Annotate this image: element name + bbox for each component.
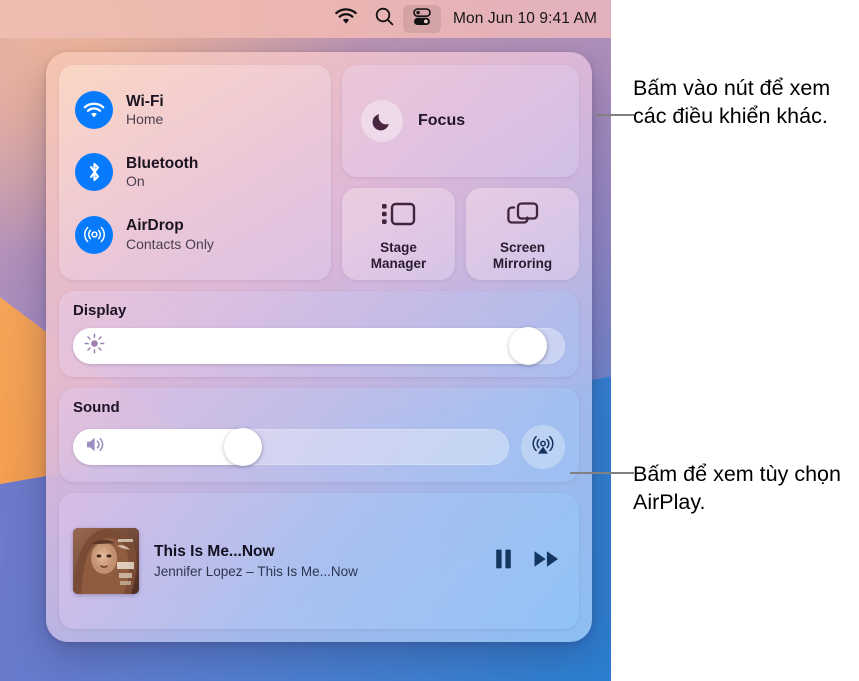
album-artwork-image (73, 528, 139, 594)
airplay-audio-button[interactable] (521, 425, 565, 469)
display-brightness-slider[interactable] (73, 327, 565, 365)
sound-label: Sound (73, 399, 120, 416)
desktop-wallpaper: Mon Jun 10 9:41 AM Wi-Fi Home Bluetooth … (0, 0, 611, 681)
now-playing-artist: Jennifer Lopez – This Is Me...Now (154, 564, 358, 579)
stage-manager-label-line1: Stage (380, 240, 417, 256)
airdrop-icon[interactable] (75, 215, 113, 254)
menu-bar-wifi-button[interactable] (326, 5, 366, 33)
menu-bar-spotlight-button[interactable] (366, 5, 403, 33)
menu-bar-control-center-button[interactable] (403, 5, 442, 33)
connectivity-module: Wi-Fi Home Bluetooth On AirDrop Contacts… (59, 65, 331, 280)
album-artwork (73, 528, 139, 594)
now-playing-text: This Is Me...Now Jennifer Lopez – This I… (154, 543, 479, 579)
display-slider-knob[interactable] (508, 327, 547, 365)
control-center-icon (412, 7, 432, 32)
display-label: Display (73, 302, 127, 319)
callout-leader-line-2 (570, 472, 634, 474)
bluetooth-control[interactable]: Bluetooth On (75, 153, 315, 192)
bluetooth-labels: Bluetooth On (126, 155, 198, 190)
callout-text-2: Bấm để xem tùy chọn AirPlay. (633, 462, 841, 515)
screen-mirroring-icon (505, 200, 541, 233)
pause-icon[interactable] (494, 548, 513, 575)
wifi-control[interactable]: Wi-Fi Home (75, 91, 315, 130)
menu-bar-clock[interactable]: Mon Jun 10 9:41 AM (441, 10, 597, 28)
sound-module: Sound (59, 388, 579, 482)
control-center-right-column: Focus Stage Manager Screen Mirroring (342, 65, 579, 280)
screen-mirroring-label: Screen Mirroring (493, 240, 552, 272)
airdrop-title: AirDrop (126, 217, 184, 235)
control-center-top-row: Wi-Fi Home Bluetooth On AirDrop Contacts… (59, 65, 579, 280)
focus-label: Focus (418, 112, 466, 129)
focus-control[interactable]: Focus (342, 65, 579, 177)
callout-text-1: Bấm vào nút để xem các điều khiển khác. (633, 76, 831, 129)
airdrop-status: Contacts Only (126, 235, 214, 252)
wifi-icon (335, 8, 357, 30)
stage-manager-icon (379, 200, 419, 233)
bluetooth-icon[interactable] (75, 153, 113, 192)
search-icon (375, 7, 394, 31)
sound-slider-knob[interactable] (224, 428, 263, 466)
bluetooth-title: Bluetooth (126, 155, 199, 173)
callout-leader-line-1 (596, 114, 634, 116)
control-center-tile-row: Stage Manager Screen Mirroring (342, 188, 579, 280)
airdrop-labels: AirDrop Contacts Only (126, 217, 214, 252)
wifi-icon[interactable] (75, 91, 113, 130)
wifi-title: Wi-Fi (126, 92, 164, 110)
now-playing-module: This Is Me...Now Jennifer Lopez – This I… (59, 493, 579, 629)
sound-row (73, 425, 565, 469)
now-playing-title: This Is Me...Now (154, 543, 275, 560)
sound-volume-slider[interactable] (73, 428, 509, 466)
wifi-labels: Wi-Fi Home (126, 93, 164, 128)
fast-forward-icon[interactable] (533, 549, 561, 574)
screen-mirroring-label-line1: Screen (499, 240, 546, 256)
airdrop-control[interactable]: AirDrop Contacts Only (75, 215, 315, 254)
stage-manager-tile[interactable]: Stage Manager (342, 188, 455, 280)
wifi-status: Home (126, 111, 164, 128)
stage-manager-label: Stage Manager (371, 240, 427, 272)
screen-mirroring-label-line2: Mirroring (492, 256, 553, 271)
moon-icon (361, 100, 403, 142)
display-module: Display (59, 291, 579, 377)
now-playing-controls (494, 548, 561, 575)
control-center-panel: Wi-Fi Home Bluetooth On AirDrop Contacts… (46, 52, 592, 642)
display-slider-fill (73, 328, 547, 364)
stage-manager-label-line2: Manager (370, 256, 427, 271)
screen-mirroring-tile[interactable]: Screen Mirroring (466, 188, 579, 280)
bluetooth-status: On (126, 173, 145, 190)
airplay-audio-icon (530, 432, 556, 463)
menu-bar: Mon Jun 10 9:41 AM (0, 0, 611, 38)
